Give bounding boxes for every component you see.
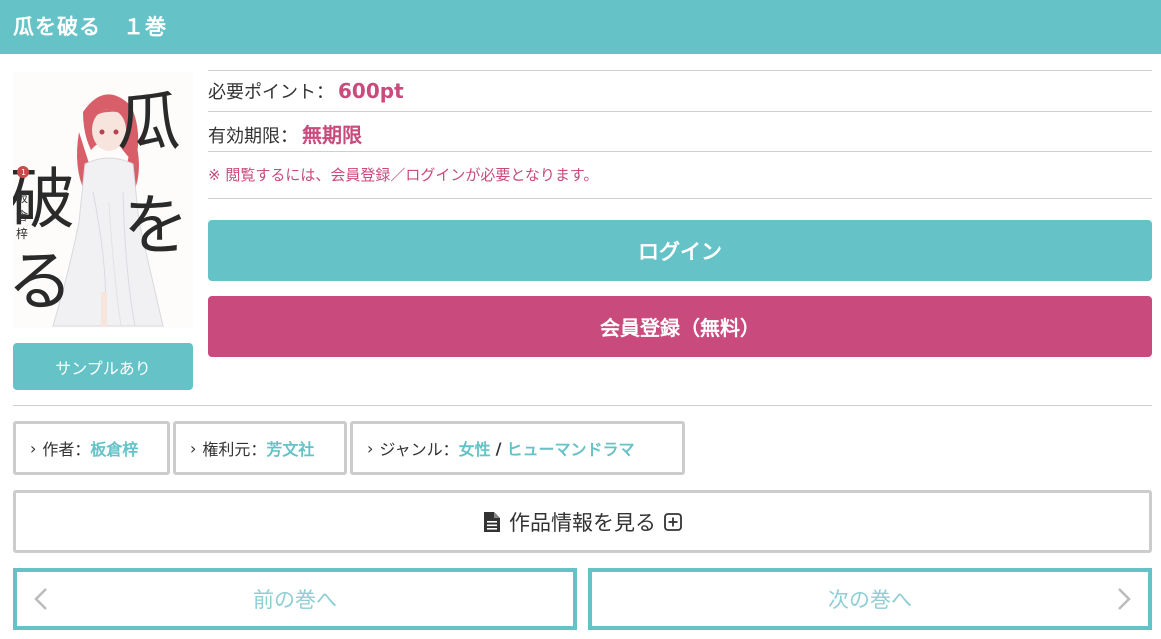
login-required-note: ※ 閲覧するには、会員登録／ログインが必要となります。 xyxy=(208,166,599,184)
book-cover-image[interactable]: 瓜 破 る を 1 板 倉 梓 xyxy=(13,72,193,328)
cover-volume-badge: 1 xyxy=(21,168,26,177)
info-divider xyxy=(208,151,1152,152)
register-button[interactable]: 会員登録（無料） xyxy=(208,296,1152,357)
expiry-value: 無期限 xyxy=(302,123,362,147)
cover-title-char-4: を xyxy=(123,187,189,264)
genre-tag[interactable]: › ジャンル： 女性 / ヒューマンドラマ xyxy=(350,421,685,475)
work-info-label: 作品情報を見る xyxy=(509,510,656,535)
chevron-right-icon: › xyxy=(367,438,374,458)
page-header: 瓜を破る １巻 xyxy=(0,0,1161,54)
expiry-row: 有効期限： 無期限 xyxy=(208,119,362,148)
cover-title-char-1: 瓜 xyxy=(117,86,181,160)
info-divider xyxy=(208,111,1152,112)
cover-title-char-3: る xyxy=(13,243,73,320)
info-divider xyxy=(208,70,1152,71)
info-divider xyxy=(208,198,1152,199)
next-volume-label: 次の巻へ xyxy=(828,588,912,612)
sample-button[interactable]: サンプルあり xyxy=(13,343,193,390)
document-icon xyxy=(484,511,500,532)
points-label: 必要ポイント： xyxy=(208,82,334,103)
cover-illustration: 瓜 破 る を 1 板 倉 梓 xyxy=(13,72,193,328)
author-tag[interactable]: › 作者： 板倉梓 xyxy=(13,421,170,475)
points-row: 必要ポイント： 600pt xyxy=(208,78,404,104)
next-volume-button[interactable]: 次の巻へ xyxy=(588,568,1152,630)
prev-volume-label: 前の巻へ xyxy=(253,588,337,612)
chevron-right-icon: › xyxy=(30,438,37,458)
genre-link-female[interactable]: 女性 xyxy=(459,436,491,460)
section-divider xyxy=(13,405,1152,406)
author-link[interactable]: 板倉梓 xyxy=(90,436,138,460)
chevron-right-icon xyxy=(1118,588,1131,610)
cover-author-char-3: 梓 xyxy=(16,226,28,241)
genre-separator: / xyxy=(495,438,502,458)
plus-square-icon xyxy=(664,512,682,531)
cover-author-char-2: 倉 xyxy=(16,208,28,223)
chevron-left-icon xyxy=(34,588,47,610)
login-button[interactable]: ログイン xyxy=(208,220,1152,281)
rights-link[interactable]: 芳文社 xyxy=(266,436,314,460)
cover-author-char-1: 板 xyxy=(16,191,28,205)
expiry-label: 有効期限： xyxy=(208,126,298,147)
chevron-right-icon: › xyxy=(190,438,197,458)
author-tag-label: 作者： xyxy=(42,440,91,459)
prev-volume-button[interactable]: 前の巻へ xyxy=(13,568,577,630)
rights-tag[interactable]: › 権利元： 芳文社 xyxy=(173,421,347,475)
rights-tag-label: 権利元： xyxy=(202,440,267,459)
work-info-button[interactable]: 作品情報を見る xyxy=(13,490,1152,553)
genre-link-human-drama[interactable]: ヒューマンドラマ xyxy=(506,436,634,460)
page-title: 瓜を破る １巻 xyxy=(13,15,167,39)
points-value: 600pt xyxy=(338,79,404,103)
genre-tag-label: ジャンル： xyxy=(379,440,459,459)
